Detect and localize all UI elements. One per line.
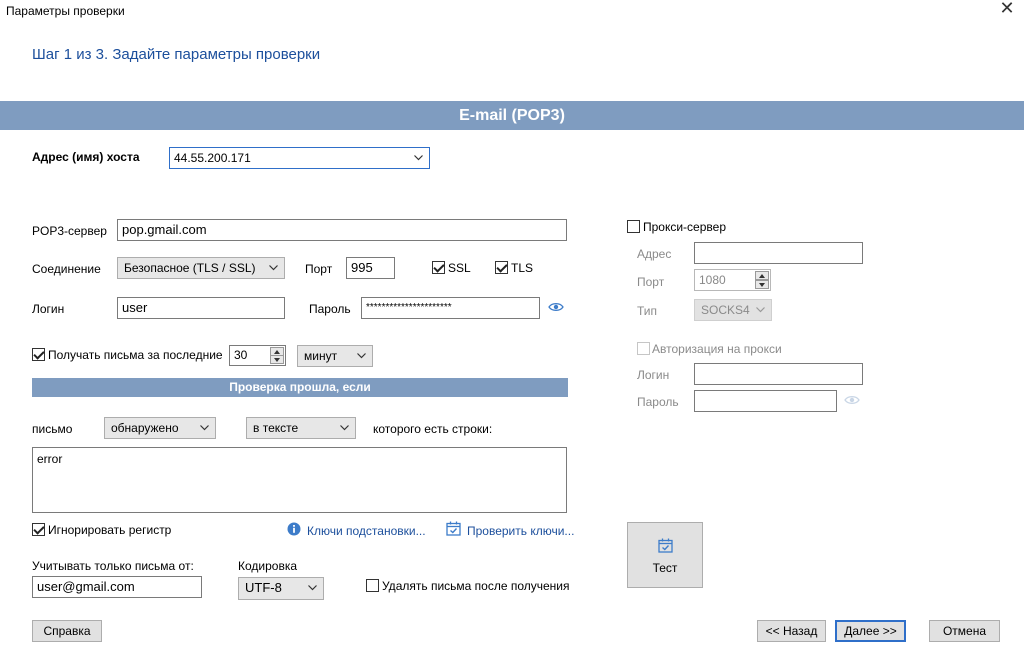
password-label: Пароль [309, 302, 351, 316]
ignore-case-checkbox[interactable] [32, 523, 45, 536]
spin-down-icon[interactable] [755, 280, 769, 289]
cancel-button[interactable]: Отмена [929, 620, 1000, 642]
proxy-type-label: Тип [637, 304, 658, 318]
host-label: Адрес (имя) хоста [32, 150, 140, 164]
receive-checkbox[interactable] [32, 348, 45, 361]
back-button[interactable]: << Назад [757, 620, 826, 642]
proxy-port-stepper[interactable]: 1080 [694, 269, 771, 291]
tls-label: TLS [511, 261, 534, 275]
from-filter-input[interactable]: user@gmail.com [32, 576, 202, 598]
host-value: 44.55.200.171 [174, 151, 251, 165]
chevron-down-icon [340, 425, 349, 431]
proxy-port-value: 1080 [699, 273, 726, 287]
spin-down-icon[interactable] [270, 355, 284, 364]
proxy-checkbox[interactable] [627, 220, 640, 233]
tls-checkbox[interactable] [495, 261, 508, 274]
ssl-checkbox[interactable] [432, 261, 445, 274]
proxy-address-input[interactable] [694, 242, 863, 264]
check-band-title: Проверка прошла, если [229, 380, 371, 394]
connection-select[interactable]: Безопасное (TLS / SSL) [117, 257, 285, 279]
step-title: Шаг 1 из 3. Задайте параметры проверки [32, 46, 321, 63]
found-select[interactable]: обнаружено [104, 417, 216, 439]
proxy-label: Прокси-сервер [643, 220, 726, 234]
password-input[interactable]: ********************** [361, 297, 540, 319]
strings-textarea[interactable]: error [32, 447, 567, 513]
ignore-case-label: Игнорировать регистр [48, 523, 172, 537]
proxy-type-select[interactable]: SOCKS4 [694, 299, 772, 321]
where-value: в тексте [253, 421, 299, 435]
calendar-check-icon [446, 521, 461, 536]
from-filter-label: Учитывать только письма от: [32, 559, 194, 573]
receive-unit-select[interactable]: минут [297, 345, 373, 367]
info-icon [287, 522, 301, 536]
proxy-password-input[interactable] [694, 390, 837, 412]
pop3-server-input[interactable]: pop.gmail.com [117, 219, 567, 241]
receive-count-stepper[interactable]: 30 [229, 345, 286, 366]
proxy-auth-label: Авторизация на прокси [652, 342, 782, 356]
chevron-down-icon [357, 353, 366, 359]
host-combobox[interactable]: 44.55.200.171 [169, 147, 430, 169]
check-keys-link[interactable]: Проверить ключи... [467, 524, 574, 538]
encoding-value: UTF-8 [245, 580, 282, 595]
receive-unit-value: минут [304, 349, 338, 363]
connection-value: Безопасное (TLS / SSL) [124, 261, 256, 275]
close-icon[interactable]: ✕ [995, 0, 1019, 20]
port-label: Порт [305, 262, 333, 276]
calendar-check-icon [658, 538, 673, 553]
pop3-server-label: POP3-сервер [32, 224, 107, 238]
chevron-down-icon [308, 585, 317, 591]
proxy-password-label: Пароль [637, 395, 679, 409]
spin-up-icon[interactable] [755, 271, 769, 280]
strings-label: которого есть строки: [373, 422, 493, 436]
help-button[interactable]: Справка [32, 620, 102, 642]
proxy-port-label: Порт [637, 275, 665, 289]
proxy-address-label: Адрес [637, 247, 672, 261]
found-value: обнаружено [111, 421, 179, 435]
delete-after-checkbox[interactable] [366, 579, 379, 592]
login-input[interactable]: user [117, 297, 285, 319]
proxy-login-input[interactable] [694, 363, 863, 385]
receive-count-value: 30 [234, 348, 248, 362]
eye-icon[interactable] [548, 301, 564, 313]
test-button-label: Тест [652, 561, 678, 575]
where-select[interactable]: в тексте [246, 417, 356, 439]
login-label: Логин [32, 302, 65, 316]
title-bar [0, 0, 1024, 22]
proxy-auth-checkbox[interactable] [637, 342, 650, 355]
chevron-down-icon [756, 307, 765, 313]
chevron-down-icon [414, 155, 423, 161]
ssl-label: SSL [448, 261, 471, 275]
keys-link[interactable]: Ключи подстановки... [307, 524, 426, 538]
proxy-login-label: Логин [637, 368, 670, 382]
receive-label: Получать письма за последние [48, 348, 223, 362]
connection-label: Соединение [32, 262, 101, 276]
window-title: Параметры проверки [6, 4, 125, 18]
port-input[interactable]: 995 [346, 257, 395, 279]
test-button[interactable]: Тест [627, 522, 703, 588]
chevron-down-icon [269, 265, 278, 271]
next-button[interactable]: Далее >> [835, 620, 906, 642]
encoding-label: Кодировка [238, 559, 298, 573]
chevron-down-icon [200, 425, 209, 431]
section-title: E-mail (POP3) [459, 107, 565, 124]
proxy-type-value: SOCKS4 [701, 303, 750, 317]
encoding-select[interactable]: UTF-8 [238, 577, 324, 600]
eye-icon[interactable] [844, 394, 860, 406]
delete-after-label: Удалять письма после получения [382, 579, 570, 593]
letter-label: письмо [32, 422, 73, 436]
